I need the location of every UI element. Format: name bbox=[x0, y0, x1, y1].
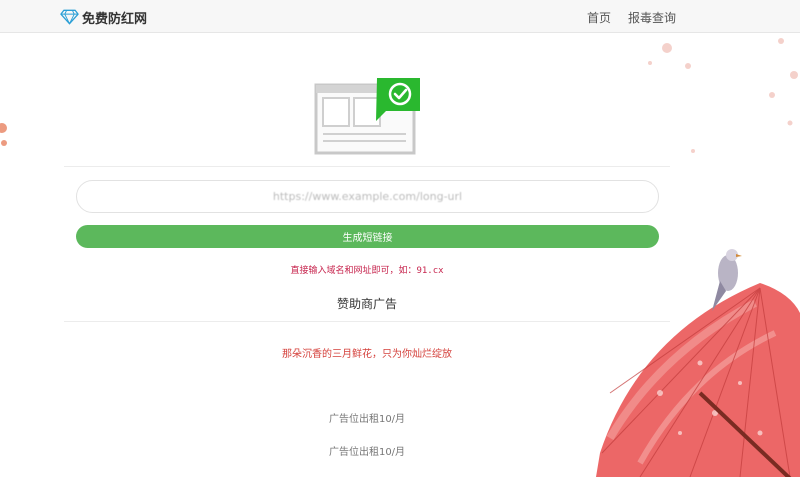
logo-text: 免费防红网 bbox=[82, 11, 148, 27]
ad-slot-1[interactable]: 广告位出租10/月 bbox=[0, 410, 734, 425]
divider bbox=[64, 166, 670, 167]
diamond-icon bbox=[60, 9, 79, 25]
usage-hint: 直接输入域名和网址即可，如：91.cx bbox=[290, 266, 444, 276]
url-input[interactable] bbox=[76, 180, 659, 213]
top-navbar: 免费防红网 首页 报毒查询 bbox=[0, 0, 800, 33]
nav-virus-check[interactable]: 报毒查询 bbox=[628, 9, 676, 26]
generate-short-link-button[interactable]: 生成短链接 bbox=[76, 225, 659, 248]
ad-link-1[interactable]: 那朵沉香的三月鲜花，只为你灿烂绽放 bbox=[0, 345, 734, 360]
sponsor-title: 赞助商广告 bbox=[336, 297, 397, 311]
site-logo[interactable]: 免费防红网 bbox=[60, 7, 147, 27]
divider bbox=[64, 321, 670, 322]
hero-illustration bbox=[314, 77, 422, 157]
browser-check-icon bbox=[314, 78, 420, 155]
blossom-petals bbox=[648, 38, 798, 153]
nav-home[interactable]: 首页 bbox=[587, 9, 611, 26]
main-nav: 首页 报毒查询 bbox=[587, 9, 676, 26]
ad-slot-2[interactable]: 广告位出租10/月 bbox=[0, 443, 734, 458]
